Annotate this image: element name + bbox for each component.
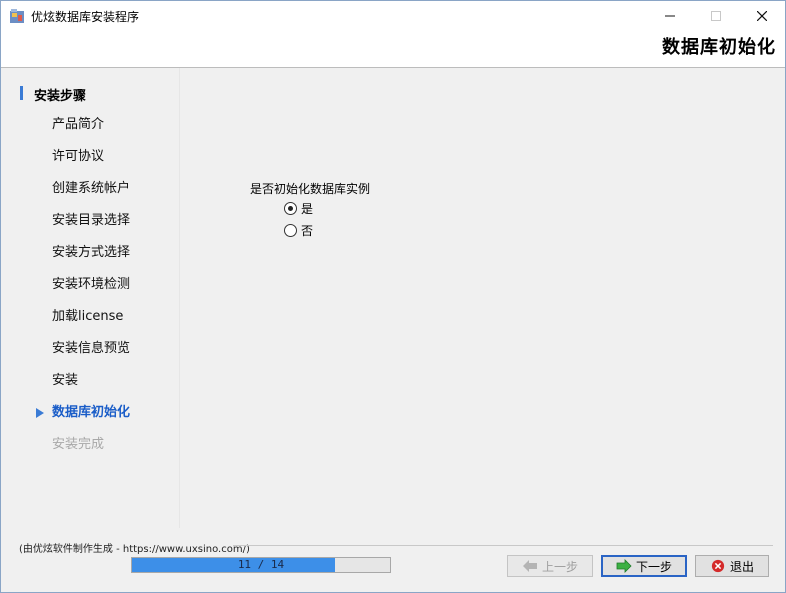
step-item-product-intro: 产品简介 [52,117,105,132]
exit-button-label: 退出 [729,559,754,574]
steps-sidebar: 安装步骤 产品简介 许可协议 创建系统帐户 安装目录选择 安装方式选择 安装环境… [1,68,179,528]
next-button-label: 下一步 [635,559,672,574]
maximize-button[interactable] [693,1,739,31]
close-icon [757,11,767,21]
sidebar-divider [179,68,180,528]
footer-divider [233,545,773,546]
step-item-info-preview: 安装信息预览 [52,341,131,356]
exit-icon [711,559,725,573]
installer-app-icon [9,8,25,24]
radio-option-yes[interactable]: 是 [284,200,313,216]
install-progress-bar: 11 / 14 [131,557,391,573]
minimize-button[interactable] [647,1,693,31]
page-heading: 数据库初始化 [662,37,776,58]
footer-note: (由优炫软件制作生成 - https://www.uxsino.com/) [19,544,250,555]
arrow-right-icon [616,559,632,573]
radio-no-label[interactable]: 否 [301,222,313,239]
installer-window: 优炫数据库安装程序 数据库初始化 安装步骤 产品简介 许可协议 创建系统帐户 安… [0,0,786,593]
step-item-load-license: 加载license [52,309,124,324]
radio-yes-control[interactable] [284,201,297,215]
step-item-db-init: 数据库初始化 [52,405,131,420]
window-controls [647,1,785,31]
step-item-license-agreement: 许可协议 [52,149,105,164]
radio-option-no[interactable]: 否 [284,222,313,238]
progress-text: 11 / 14 [237,558,285,571]
step-item-install-complete: 安装完成 [52,437,105,452]
step-header-marker [20,86,23,100]
prev-button[interactable]: 上一步 [507,555,593,577]
prev-button-label: 上一步 [541,559,578,574]
header: 优炫数据库安装程序 数据库初始化 [1,1,785,68]
init-question-label: 是否初始化数据库实例 [250,182,371,196]
exit-button[interactable]: 退出 [695,555,769,577]
step-item-install-directory: 安装目录选择 [52,213,131,228]
step-item-env-check: 安装环境检测 [52,277,131,292]
steps-header: 安装步骤 [34,89,87,104]
window-title: 优炫数据库安装程序 [31,10,140,24]
close-button[interactable] [739,1,785,31]
radio-yes-label[interactable]: 是 [301,200,313,217]
maximize-icon [711,11,721,21]
minimize-icon [665,15,675,17]
arrow-left-icon [522,560,537,572]
step-item-install-mode: 安装方式选择 [52,245,131,260]
next-button[interactable]: 下一步 [601,555,687,577]
step-item-create-account: 创建系统帐户 [52,181,131,196]
radio-no-control[interactable] [284,223,297,237]
step-item-install: 安装 [52,373,79,388]
current-step-arrow-icon [36,408,44,418]
